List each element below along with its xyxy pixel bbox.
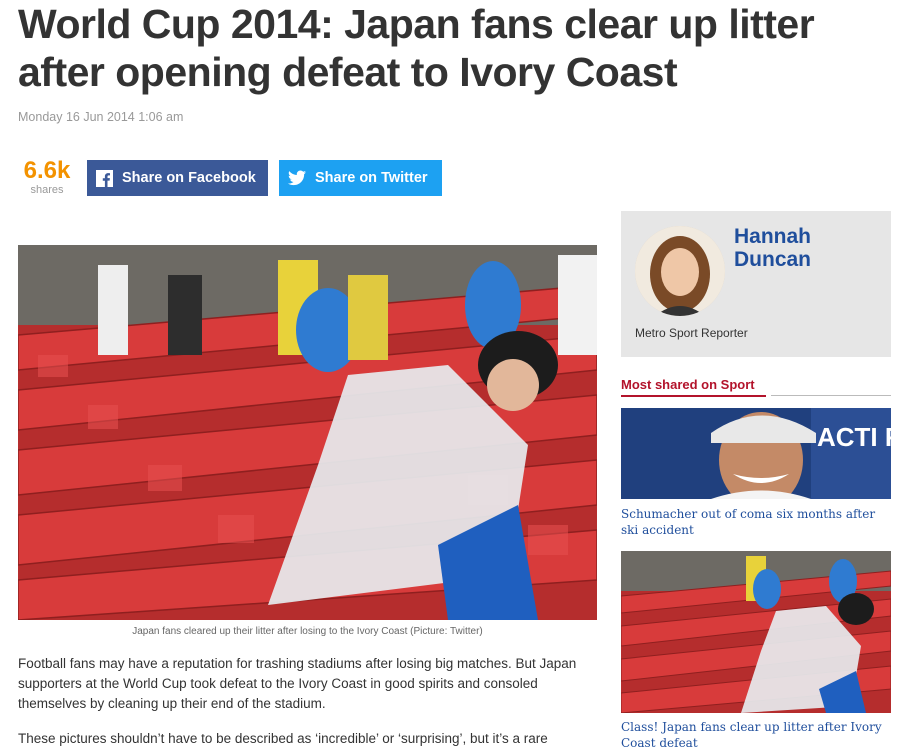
story-link[interactable]: Schumacher out of coma six months after … xyxy=(621,506,891,538)
story-thumbnail[interactable]: ACTI ROAD S xyxy=(621,408,891,499)
share-count: 6.6k shares xyxy=(18,157,76,197)
author-box: Hannah Duncan Metro Sport Reporter xyxy=(621,211,891,357)
share-facebook-button[interactable]: Share on Facebook xyxy=(87,160,268,196)
share-twitter-button[interactable]: Share on Twitter xyxy=(279,160,442,196)
author-name[interactable]: Hannah Duncan xyxy=(734,225,884,271)
article-paragraph: These pictures shouldn’t have to be desc… xyxy=(18,731,548,746)
share-twitter-label: Share on Twitter xyxy=(315,170,428,186)
author-avatar xyxy=(635,226,725,316)
story-thumbnail[interactable] xyxy=(621,551,891,713)
section-divider xyxy=(621,395,766,397)
twitter-bird-icon xyxy=(288,170,306,186)
article-paragraph: Football fans may have a reputation for … xyxy=(18,656,577,711)
photo-caption: Japan fans cleared up their litter after… xyxy=(132,626,483,637)
article-headline: World Cup 2014: Japan fans clear up litt… xyxy=(18,1,815,95)
share-count-label: shares xyxy=(30,184,64,196)
author-role: Metro Sport Reporter xyxy=(635,326,748,340)
share-facebook-label: Share on Facebook xyxy=(122,170,256,186)
section-divider xyxy=(771,395,891,396)
story-link[interactable]: Class! Japan fans clear up litter after … xyxy=(621,719,891,751)
thumbnail-banner-text: ACTI ROAD S xyxy=(817,422,891,452)
article-main-photo xyxy=(18,245,597,620)
facebook-icon xyxy=(96,169,113,187)
share-count-number: 6.6k xyxy=(23,157,71,184)
most-shared-heading: Most shared on Sport xyxy=(621,377,755,392)
article-dateline: Monday 16 Jun 2014 1:06 am xyxy=(18,110,184,124)
